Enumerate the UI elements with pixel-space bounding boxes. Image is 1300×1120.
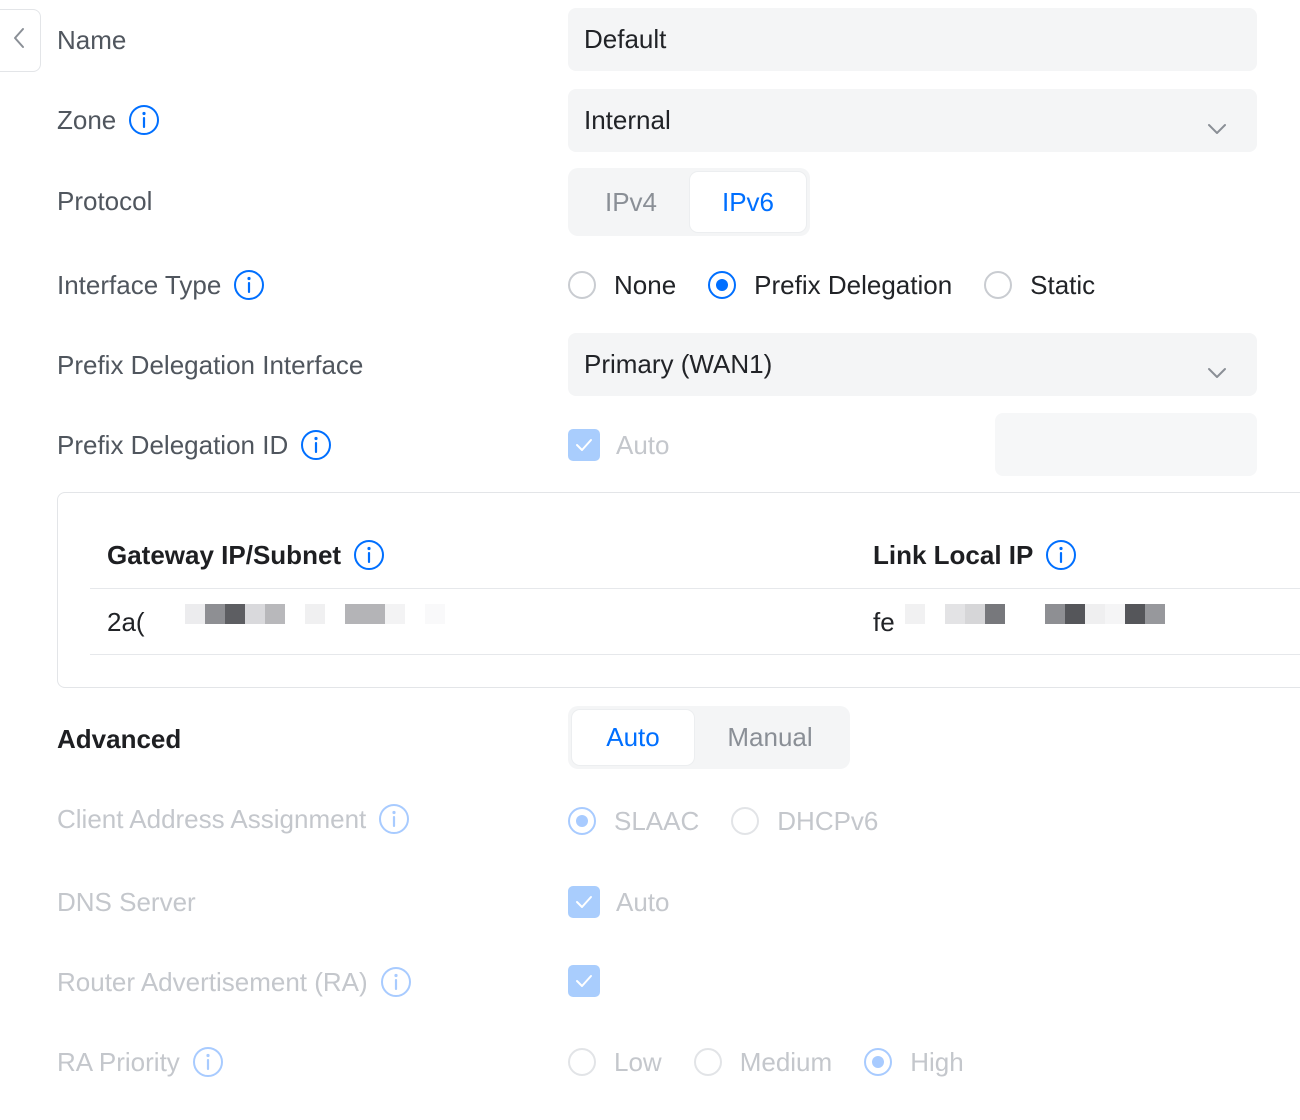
info-icon[interactable] xyxy=(1045,539,1077,571)
radio-prefix-delegation-label: Prefix Delegation xyxy=(754,269,953,300)
link-local-ip-value: fe xyxy=(873,602,895,642)
ip-info-card xyxy=(57,492,1300,688)
radio-medium-label: Medium xyxy=(739,1046,833,1077)
info-icon[interactable] xyxy=(300,429,332,461)
checkmark-icon xyxy=(568,886,600,918)
client-assignment-label-text: Client Address Assignment xyxy=(57,803,367,834)
radio-slaac-label: SLAAC xyxy=(614,805,700,836)
link-local-column-header-text: Link Local IP xyxy=(873,539,1034,570)
checkmark-icon xyxy=(568,429,600,461)
pd-interface-label-text: Prefix Delegation Interface xyxy=(57,349,364,380)
zone-select-value: Internal xyxy=(584,105,671,135)
pd-interface-select-value: Primary (WAN1) xyxy=(584,349,773,379)
link-local-ip-text: fe xyxy=(873,606,895,637)
radio-button xyxy=(864,1048,893,1076)
redacted-link-local-ip xyxy=(905,604,1165,624)
info-icon[interactable] xyxy=(233,269,265,301)
zone-label: Zone xyxy=(57,100,160,140)
link-local-column-header: Link Local IP xyxy=(873,535,1077,575)
radio-low-label: Low xyxy=(614,1046,662,1077)
ra-priority-label-text: RA Priority xyxy=(57,1046,180,1077)
gateway-ip-value: 2a( xyxy=(107,602,145,642)
dns-server-label: DNS Server xyxy=(57,882,196,922)
radio-prefix-delegation[interactable]: Prefix Delegation xyxy=(708,270,952,301)
radio-button xyxy=(568,807,596,835)
name-input-value: Default xyxy=(584,24,667,54)
pd-interface-select[interactable]: Primary (WAN1) xyxy=(568,333,1257,396)
radio-button xyxy=(708,271,737,299)
back-button[interactable] xyxy=(0,9,41,72)
radio-none-label: None xyxy=(614,269,677,300)
advanced-option-auto[interactable]: Auto xyxy=(572,710,694,765)
interface-type-label: Interface Type xyxy=(57,265,265,305)
advanced-mode-segmented: Auto Manual xyxy=(568,706,850,769)
info-icon[interactable] xyxy=(192,1046,224,1078)
radio-static-label: Static xyxy=(1030,269,1096,300)
pd-interface-label: Prefix Delegation Interface xyxy=(57,345,363,385)
protocol-option-ipv6[interactable]: IPv6 xyxy=(690,172,806,232)
pd-id-label-text: Prefix Delegation ID xyxy=(57,429,289,460)
interface-type-radio-group: None Prefix Delegation Static xyxy=(568,265,1095,305)
protocol-label: Protocol xyxy=(57,181,152,221)
zone-select[interactable]: Internal xyxy=(568,89,1257,152)
router-advertisement-label: Router Advertisement (RA) xyxy=(57,962,412,1002)
dns-server-label-text: DNS Server xyxy=(57,886,196,917)
dns-auto-checkbox[interactable]: Auto xyxy=(568,882,670,922)
radio-button xyxy=(568,1048,596,1076)
radio-low[interactable]: Low xyxy=(568,1047,662,1078)
protocol-label-text: Protocol xyxy=(57,185,153,216)
advanced-label: Advanced xyxy=(57,719,181,759)
client-assignment-radio-group: SLAAC DHCPv6 xyxy=(568,801,878,841)
ra-priority-label: RA Priority xyxy=(57,1042,224,1082)
name-label: Name xyxy=(57,20,126,60)
chevron-down-icon xyxy=(1207,111,1227,142)
gateway-ip-text: 2a( xyxy=(107,606,145,637)
client-assignment-label: Client Address Assignment xyxy=(57,799,410,839)
name-label-text: Name xyxy=(57,24,127,55)
gateway-column-header-text: Gateway IP/Subnet xyxy=(107,539,342,570)
pd-id-label: Prefix Delegation ID xyxy=(57,425,332,465)
router-advertisement-label-text: Router Advertisement (RA) xyxy=(57,966,368,997)
zone-label-text: Zone xyxy=(57,104,117,135)
radio-button xyxy=(731,807,760,835)
radio-button xyxy=(984,271,1013,299)
protocol-option-ipv4[interactable]: IPv4 xyxy=(572,172,690,232)
radio-dhcpv6-label: DHCPv6 xyxy=(777,805,879,836)
info-icon[interactable] xyxy=(378,803,410,835)
protocol-segmented: IPv4 IPv6 xyxy=(568,168,810,236)
router-advertisement-checkbox[interactable] xyxy=(568,961,616,1001)
radio-button xyxy=(568,271,596,299)
pd-id-input[interactable] xyxy=(995,413,1257,476)
radio-static[interactable]: Static xyxy=(984,270,1095,301)
chevron-left-icon xyxy=(12,27,26,54)
chevron-down-icon xyxy=(1207,355,1227,386)
pd-id-auto-checkbox[interactable]: Auto xyxy=(568,425,670,465)
advanced-label-text: Advanced xyxy=(57,723,182,754)
radio-button xyxy=(693,1048,722,1076)
ra-priority-radio-group: Low Medium High xyxy=(568,1042,964,1082)
checkmark-icon xyxy=(568,965,600,997)
redacted-gateway-ip xyxy=(185,604,445,624)
radio-slaac[interactable]: SLAAC xyxy=(568,806,699,837)
radio-dhcpv6[interactable]: DHCPv6 xyxy=(731,806,878,837)
radio-high-label: High xyxy=(910,1046,964,1077)
radio-none[interactable]: None xyxy=(568,270,676,301)
info-icon[interactable] xyxy=(353,539,385,571)
table-row-divider xyxy=(90,654,1300,655)
table-header-divider xyxy=(90,588,1300,589)
info-icon[interactable] xyxy=(128,104,160,136)
advanced-option-manual[interactable]: Manual xyxy=(694,710,846,765)
gateway-column-header: Gateway IP/Subnet xyxy=(107,535,385,575)
radio-high[interactable]: High xyxy=(864,1046,964,1078)
interface-type-label-text: Interface Type xyxy=(57,269,222,300)
pd-id-auto-label: Auto xyxy=(616,429,670,460)
info-icon[interactable] xyxy=(380,966,412,998)
dns-auto-label: Auto xyxy=(616,886,670,917)
name-input[interactable]: Default xyxy=(568,8,1257,71)
radio-medium[interactable]: Medium xyxy=(693,1046,833,1078)
